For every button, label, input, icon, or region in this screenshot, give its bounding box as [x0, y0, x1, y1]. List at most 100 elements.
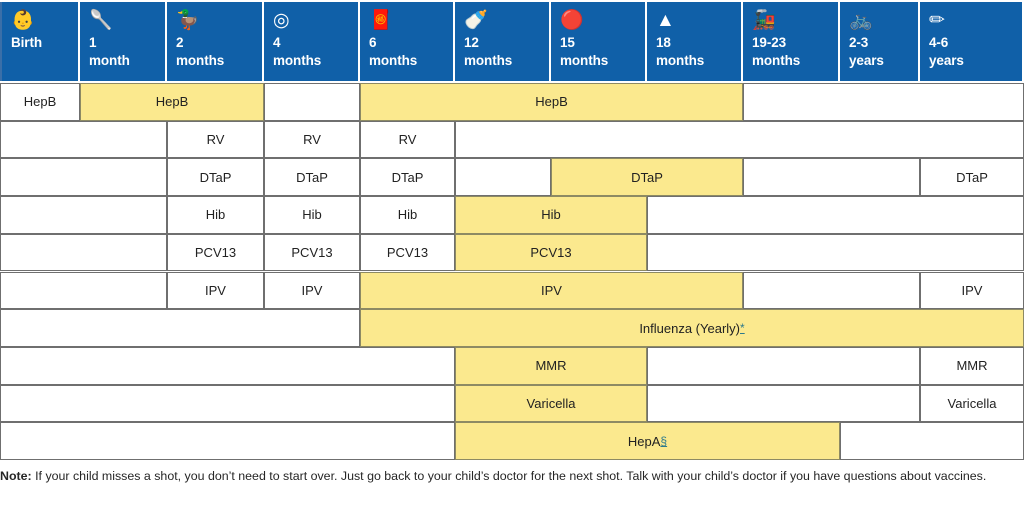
vaccine-cell-varicella[interactable]: Varicella	[455, 384, 647, 423]
age-column-label: Birth	[11, 35, 42, 50]
vaccine-label: Hib	[302, 207, 322, 223]
vaccine-cell-mmr[interactable]: MMR	[455, 346, 647, 385]
vaccine-label: HepB	[155, 94, 189, 110]
footnote-text: If your child misses a shot, you don’t n…	[31, 469, 987, 483]
footnote-marker-link[interactable]: *	[740, 321, 745, 335]
vaccine-cell-pcv13[interactable]: PCV13	[455, 233, 647, 272]
vaccine-label: DTaP	[391, 169, 424, 185]
age-column-header-4-6: ✏ 4-6 years	[920, 2, 1024, 81]
age-column-header-18: ▲ 18 months	[647, 2, 743, 81]
vaccine-label: MMR	[956, 358, 988, 374]
baby-bottle-icon: 🍼	[464, 10, 488, 31]
vaccine-cell-hepb[interactable]: HepB	[0, 83, 80, 121]
age-column-header-1: 🥄 1 month	[80, 2, 167, 81]
empty-cell	[647, 384, 920, 423]
vaccine-label: RV	[303, 132, 321, 148]
age-column-header-birth: 👶 Birth	[0, 2, 80, 81]
vaccine-cell-dtap[interactable]: DTaP	[167, 158, 264, 197]
vaccine-cell-dtap[interactable]: DTaP	[360, 158, 455, 197]
empty-cell	[455, 120, 1024, 159]
vaccine-cell-hib[interactable]: Hib	[167, 196, 264, 234]
vaccine-cell-hepb[interactable]: HepB	[80, 83, 264, 121]
empty-cell	[840, 422, 1024, 460]
footnote-marker-link[interactable]: §	[660, 434, 667, 448]
tricycle-icon: 🚲	[849, 10, 873, 31]
rattle-icon: 🥄	[89, 10, 113, 31]
age-column-header-4: ◎ 4 months	[264, 2, 360, 81]
empty-cell	[743, 271, 920, 310]
vaccine-label: PCV13	[291, 245, 333, 261]
age-column-header-2-3: 🚲 2-3 years	[840, 2, 920, 81]
vaccine-label: Hib	[541, 207, 561, 223]
vaccine-cell-hib[interactable]: Hib	[360, 196, 455, 234]
vaccine-label: DTaP	[631, 169, 663, 185]
empty-cell	[0, 158, 167, 197]
vaccine-cell-varicella[interactable]: Varicella	[920, 384, 1024, 423]
vaccine-label: IPV	[541, 282, 562, 298]
vaccine-cell-pcv13[interactable]: PCV13	[264, 233, 360, 272]
empty-cell	[743, 158, 920, 197]
vaccine-cell-ipv[interactable]: IPV	[360, 271, 743, 310]
age-column-label: 15 months	[560, 35, 609, 68]
immunization-schedule-page: 👶 Birth 🥄 1 month 🦆 2 months ◎ 4 months 🧧 6 months 🍼 12…	[0, 0, 1024, 519]
toy-train-icon: 🚂	[752, 10, 776, 31]
age-column-label: 6 months	[369, 35, 418, 68]
empty-cell	[0, 120, 167, 159]
empty-cell	[455, 158, 551, 197]
age-column-header-19-23: 🚂 19-23 months	[743, 2, 840, 81]
empty-cell	[0, 196, 167, 234]
age-column-header-12: 🍼 12 months	[455, 2, 551, 81]
vaccine-cell-influenza[interactable]: Influenza (Yearly) *	[360, 309, 1024, 347]
footnote-label: Note:	[0, 469, 32, 483]
stacking-rings-icon: ▲	[656, 10, 675, 31]
empty-cell	[264, 83, 360, 121]
age-column-header-6: 🧧 6 months	[360, 2, 455, 81]
vaccine-label: DTaP	[956, 169, 988, 185]
vaccine-label: RV	[206, 132, 225, 148]
age-column-label: 2-3 years	[849, 35, 884, 68]
age-column-label: 12 months	[464, 35, 513, 68]
empty-cell	[0, 346, 455, 385]
vaccine-cell-dtap[interactable]: DTaP	[551, 158, 743, 197]
baby-rings-toy-icon: ◎	[273, 10, 290, 31]
vaccine-cell-hib[interactable]: Hib	[264, 196, 360, 234]
baby-stroller-icon: 👶	[11, 10, 35, 31]
vaccine-label: Influenza (Yearly)	[639, 320, 740, 336]
empty-cell	[647, 196, 1024, 234]
age-column-label: 1 month	[89, 35, 130, 68]
vaccine-cell-dtap[interactable]: DTaP	[920, 158, 1024, 197]
crayon-drawing-icon: ✏	[929, 10, 945, 31]
empty-cell	[647, 233, 1024, 272]
vaccine-cell-pcv13[interactable]: PCV13	[360, 233, 455, 272]
vaccine-cell-ipv[interactable]: IPV	[264, 271, 360, 310]
vaccine-label: DTaP	[199, 169, 232, 185]
vaccine-label: PCV13	[194, 245, 237, 261]
vaccine-cell-hepb[interactable]: HepB	[360, 83, 743, 121]
vaccine-label: PCV13	[386, 245, 429, 261]
vaccine-cell-ipv[interactable]: IPV	[167, 271, 264, 310]
empty-cell	[0, 271, 167, 310]
vaccine-label: MMR	[535, 358, 567, 374]
age-column-label: 19-23 months	[752, 35, 801, 68]
vaccine-label: RV	[398, 132, 417, 148]
empty-cell	[0, 422, 455, 460]
vaccine-cell-hepa[interactable]: HepA §	[455, 422, 840, 460]
age-column-label: 18 months	[656, 35, 705, 68]
vaccine-label: IPV	[205, 282, 226, 298]
empty-cell	[743, 83, 1024, 121]
vaccine-cell-pcv13[interactable]: PCV13	[167, 233, 264, 272]
age-column-label: 2 months	[176, 35, 225, 68]
vaccine-cell-ipv[interactable]: IPV	[920, 271, 1024, 310]
vaccine-cell-dtap[interactable]: DTaP	[264, 158, 360, 197]
vaccine-cell-hib[interactable]: Hib	[455, 196, 647, 234]
vaccine-cell-rv[interactable]: RV	[167, 120, 264, 159]
vaccine-label: DTaP	[296, 169, 328, 185]
vaccine-cell-mmr[interactable]: MMR	[920, 346, 1024, 385]
age-column-header-row: 👶 Birth 🥄 1 month 🦆 2 months ◎ 4 months 🧧 6 months 🍼 12…	[0, 0, 1024, 83]
vaccine-label: PCV13	[530, 245, 572, 261]
vaccine-label: HepB	[23, 94, 57, 110]
empty-cell	[0, 233, 167, 272]
vaccine-cell-rv[interactable]: RV	[264, 120, 360, 159]
vaccine-cell-rv[interactable]: RV	[360, 120, 455, 159]
empty-cell	[0, 309, 360, 347]
